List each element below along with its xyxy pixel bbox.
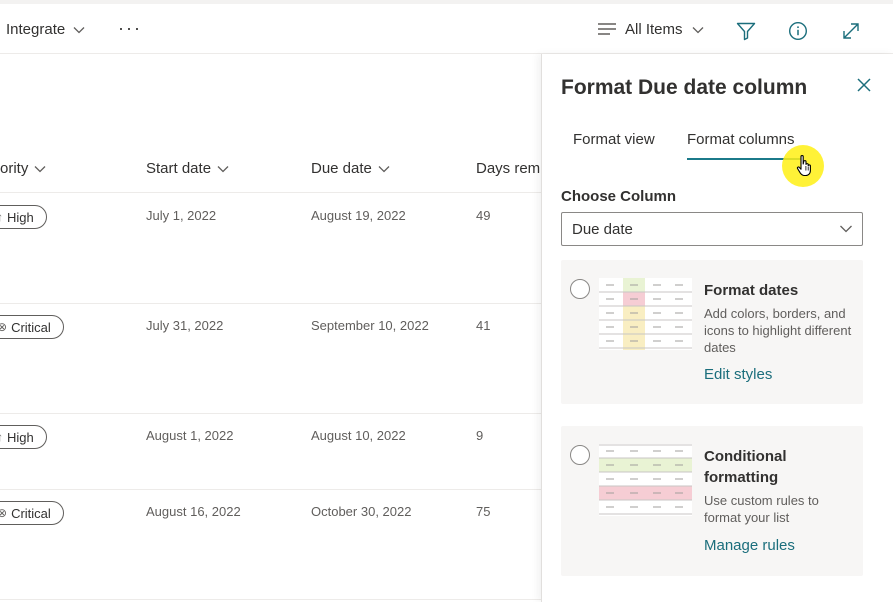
header-divider [0, 192, 541, 193]
choose-column-label: Choose Column [561, 188, 676, 205]
x-circle-icon: ⊗ [0, 320, 8, 334]
start-date-cell: August 1, 2022 [146, 428, 234, 443]
column-header-start-date[interactable]: Start date [146, 160, 229, 177]
days-remaining-cell: 41 [476, 318, 491, 333]
card-description: Use custom rules to format your list [704, 493, 819, 525]
column-header-priority[interactable]: ority [0, 160, 46, 177]
days-remaining-cell: 49 [476, 208, 491, 223]
row-divider [0, 303, 541, 304]
priority-label: High [7, 209, 34, 225]
priority-badge: ↑ High [0, 205, 47, 229]
chevron-down-icon [378, 165, 390, 172]
column-header-label: Start date [146, 160, 212, 177]
choose-column-dropdown[interactable]: Due date [561, 212, 863, 246]
format-column-panel: Format Due date column Format view Forma… [541, 54, 893, 602]
column-header-label: Days rem [476, 160, 541, 177]
row-divider [0, 489, 541, 490]
chevron-down-icon [692, 26, 703, 33]
conditional-formatting-radio[interactable] [570, 445, 590, 465]
days-remaining-cell: 9 [476, 428, 484, 443]
column-header-label: ority [0, 160, 29, 177]
filter-button[interactable] [735, 20, 757, 42]
days-remaining-cell: 75 [476, 504, 491, 519]
command-bar: Integrate ··· All Items [0, 0, 893, 54]
format-dates-radio[interactable] [570, 279, 590, 299]
filter-icon [736, 22, 756, 41]
manage-rules-link[interactable]: Manage rules [704, 537, 795, 554]
chevron-down-icon [217, 165, 229, 172]
priority-label: Critical [11, 319, 51, 335]
start-date-cell: August 16, 2022 [146, 504, 241, 519]
column-header-due-date[interactable]: Due date [311, 160, 390, 177]
tab-format-view[interactable]: Format view [573, 131, 655, 148]
view-switcher-button[interactable]: All Items [598, 21, 704, 38]
priority-badge: ⊗ Critical [0, 315, 64, 339]
card-title: Conditional formatting [704, 448, 787, 486]
list-view: ority Start date Due date Days rem ↑ Hig… [0, 54, 541, 602]
card-description: Add colors, borders, and icons to highli… [704, 306, 852, 355]
integrate-menu-button[interactable]: Integrate [6, 21, 85, 38]
priority-badge: ↑ High [0, 425, 47, 449]
dropdown-value: Due date [572, 220, 633, 238]
edit-styles-link[interactable]: Edit styles [704, 366, 772, 383]
due-date-cell: August 19, 2022 [311, 208, 406, 223]
arrow-up-icon: ↑ [0, 430, 3, 444]
chevron-down-icon [34, 165, 46, 172]
date-grid-thumbnail [599, 278, 692, 350]
priority-badge: ⊗ Critical [0, 501, 64, 525]
start-date-cell: July 1, 2022 [146, 208, 217, 223]
row-divider [0, 599, 541, 600]
rules-grid-thumbnail [599, 444, 692, 516]
tab-format-columns[interactable]: Format columns [687, 131, 795, 148]
integrate-label: Integrate [6, 21, 66, 38]
close-panel-button[interactable] [853, 74, 875, 96]
hand-pointer-icon [796, 154, 811, 177]
due-date-cell: September 10, 2022 [311, 318, 429, 333]
list-lines-icon [598, 22, 616, 35]
column-header-label: Due date [311, 160, 372, 177]
due-date-cell: August 10, 2022 [311, 428, 406, 443]
format-dates-card[interactable]: Format dates Add colors, borders, and ic… [561, 260, 863, 404]
info-button[interactable] [787, 20, 809, 42]
start-date-cell: July 31, 2022 [146, 318, 224, 333]
expand-icon [843, 23, 859, 39]
priority-label: Critical [11, 505, 51, 521]
arrow-up-icon: ↑ [0, 210, 3, 224]
more-options-button[interactable]: ··· [118, 18, 142, 39]
panel-title: Format Due date column [561, 76, 808, 99]
view-label: All Items [625, 21, 683, 38]
conditional-formatting-card[interactable]: Conditional formatting Use custom rules … [561, 426, 863, 576]
chevron-down-icon [73, 26, 85, 33]
chevron-down-icon [840, 225, 852, 233]
row-divider [0, 413, 541, 414]
info-icon [788, 21, 808, 41]
close-icon [857, 78, 871, 92]
priority-label: High [7, 429, 34, 445]
column-header-days-remaining[interactable]: Days rem [476, 160, 540, 177]
card-title: Format dates [704, 282, 799, 299]
x-circle-icon: ⊗ [0, 506, 8, 520]
due-date-cell: October 30, 2022 [311, 504, 412, 519]
expand-button[interactable] [840, 20, 862, 42]
